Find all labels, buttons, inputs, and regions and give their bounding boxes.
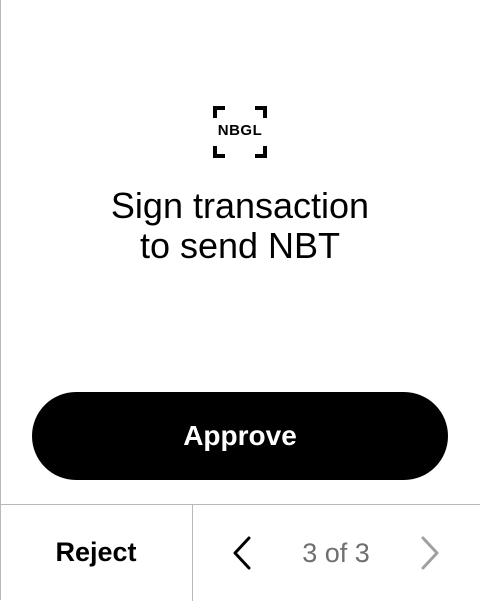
nbgl-logo: NBGL: [213, 106, 267, 158]
page-indicator: 3 of 3: [302, 537, 370, 568]
footer-navigation: Reject 3 of 3: [0, 504, 480, 601]
review-title: Sign transaction to send NBT: [0, 186, 480, 266]
footer-divider: [192, 505, 193, 601]
chevron-right-icon: [421, 536, 439, 570]
chevron-left-icon: [233, 536, 251, 570]
reject-button[interactable]: Reject: [0, 505, 192, 600]
review-title-line-2: to send NBT: [139, 225, 341, 266]
next-page-button: [410, 533, 450, 573]
approve-button[interactable]: Approve: [32, 392, 448, 480]
previous-page-button[interactable]: [222, 533, 262, 573]
review-title-line-1: Sign transaction: [110, 185, 370, 226]
logo-text: NBGL: [217, 122, 263, 139]
